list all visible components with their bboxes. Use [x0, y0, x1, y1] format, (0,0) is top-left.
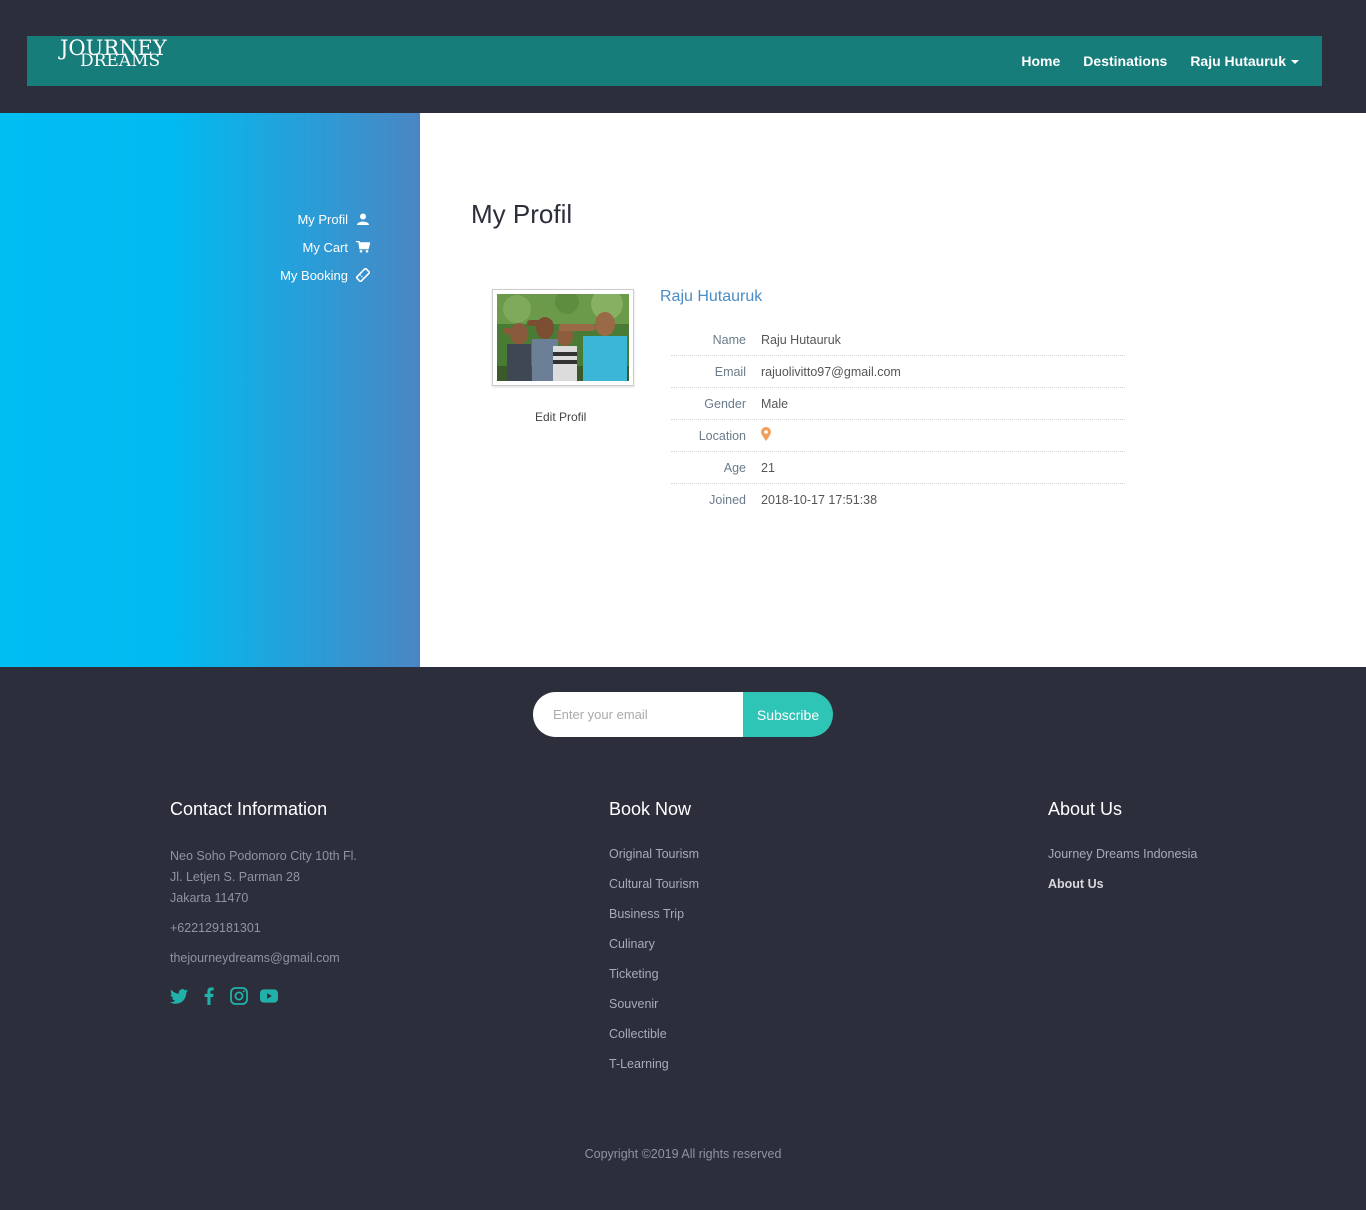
info-row-email: Email rajuolivitto97@gmail.com — [671, 356, 1125, 388]
ticket-icon — [356, 268, 370, 282]
instagram-icon[interactable] — [230, 987, 248, 1005]
book-links: Original Tourism Cultural Tourism Busine… — [609, 839, 699, 1079]
profile-info-table: Name Raju Hutauruk Email rajuolivitto97@… — [671, 324, 1125, 516]
info-value: Male — [761, 396, 789, 411]
info-value — [761, 427, 771, 444]
location-pin-icon — [761, 427, 771, 444]
address-line-2: Jl. Letjen S. Parman 28 — [170, 870, 300, 884]
book-link-souvenir[interactable]: Souvenir — [609, 989, 699, 1019]
info-value: Raju Hutauruk — [761, 332, 841, 347]
nav-destinations[interactable]: Destinations — [1083, 53, 1167, 69]
logo[interactable]: JOURNEY DREAMS — [60, 38, 167, 70]
info-row-age: Age 21 — [671, 452, 1125, 484]
info-label: Age — [723, 460, 746, 475]
info-label: Gender — [704, 396, 746, 411]
contact-phone: +622129181301 — [170, 921, 261, 935]
subscribe-button[interactable]: Subscribe — [743, 692, 833, 737]
footer-about: About Us Journey Dreams Indonesia About … — [1048, 799, 1197, 899]
sidebar: My Profil My Cart My Booking — [0, 113, 420, 667]
sidebar-item-my-profil[interactable]: My Profil — [280, 205, 370, 233]
info-row-joined: Joined 2018-10-17 17:51:38 — [671, 484, 1125, 516]
cart-icon — [356, 240, 370, 254]
footer-contact-title: Contact Information — [170, 799, 328, 819]
info-row-location: Location — [671, 420, 1125, 452]
book-link-collectible[interactable]: Collectible — [609, 1019, 699, 1049]
book-link-t-learning[interactable]: T-Learning — [609, 1049, 699, 1079]
contact-email: thejourneydreams@gmail.com — [170, 951, 340, 965]
sidebar-item-label: My Booking — [280, 267, 348, 283]
about-link-journey-dreams[interactable]: Journey Dreams Indonesia — [1048, 839, 1197, 869]
info-value: 2018-10-17 17:51:38 — [761, 493, 878, 507]
nav-user-dropdown[interactable]: Raju Hutauruk — [1190, 53, 1299, 69]
footer-about-title: About Us — [1048, 799, 1123, 819]
info-label: Email — [714, 364, 746, 379]
sidebar-item-label: My Cart — [302, 239, 349, 255]
logo-line-2: DREAMS — [80, 51, 161, 71]
book-link-ticketing[interactable]: Ticketing — [609, 959, 699, 989]
footer-contact: Contact Information Neo Soho Podomoro Ci… — [170, 799, 357, 1005]
book-link-cultural-tourism[interactable]: Cultural Tourism — [609, 869, 699, 899]
sidebar-item-label: My Profil — [297, 211, 348, 227]
profile-photo-frame — [492, 289, 634, 386]
book-link-business-trip[interactable]: Business Trip — [609, 899, 699, 929]
facebook-icon[interactable] — [200, 987, 218, 1005]
info-value: rajuolivitto97@gmail.com — [761, 364, 901, 379]
sidebar-menu: My Profil My Cart My Booking — [280, 205, 370, 289]
info-value: 21 — [761, 460, 775, 475]
sidebar-item-my-cart[interactable]: My Cart — [280, 233, 370, 261]
profile-photo — [497, 294, 629, 381]
top-header: JOURNEY DREAMS Home Destinations Raju Hu… — [0, 0, 1366, 113]
info-row-name: Name Raju Hutauruk — [671, 324, 1125, 356]
navbar: JOURNEY DREAMS Home Destinations Raju Hu… — [27, 36, 1322, 86]
nav-user-name: Raju Hutauruk — [1190, 53, 1286, 69]
nav-links: Home Destinations Raju Hutauruk — [1021, 36, 1299, 86]
profile-name-heading: Raju Hutauruk — [660, 288, 763, 305]
caret-down-icon — [1291, 60, 1299, 65]
user-icon — [356, 212, 370, 226]
subscribe-email-input[interactable] — [533, 692, 743, 737]
book-link-original-tourism[interactable]: Original Tourism — [609, 839, 699, 869]
twitter-icon[interactable] — [170, 987, 188, 1005]
info-label: Joined — [709, 493, 746, 507]
subscribe-form: Subscribe — [533, 692, 833, 737]
copyright: Copyright ©2019 All rights reserved — [584, 1147, 782, 1161]
book-link-culinary[interactable]: Culinary — [609, 929, 699, 959]
address-line-3: Jakarta 11470 — [170, 891, 249, 905]
nav-home[interactable]: Home — [1021, 53, 1060, 69]
about-link-about-us[interactable]: About Us — [1048, 869, 1197, 899]
info-label: Location — [698, 428, 746, 443]
social-links — [170, 987, 357, 1005]
address-line-1: Neo Soho Podomoro City 10th Fl. — [170, 849, 357, 863]
edit-profile-link[interactable]: Edit Profil — [535, 410, 586, 424]
youtube-icon[interactable] — [260, 987, 278, 1005]
about-links: Journey Dreams Indonesia About Us — [1048, 839, 1197, 899]
sidebar-item-my-booking[interactable]: My Booking — [280, 261, 370, 289]
info-label: Name — [712, 332, 746, 347]
main-content: My Profil Edit Profil Raju Hutauruk Name… — [420, 113, 1366, 667]
info-row-gender: Gender Male — [671, 388, 1125, 420]
footer-book-title: Book Now — [609, 799, 692, 819]
footer-book-now: Book Now Original Tourism Cultural Touri… — [609, 799, 699, 1079]
page-title: My Profil — [471, 199, 573, 229]
